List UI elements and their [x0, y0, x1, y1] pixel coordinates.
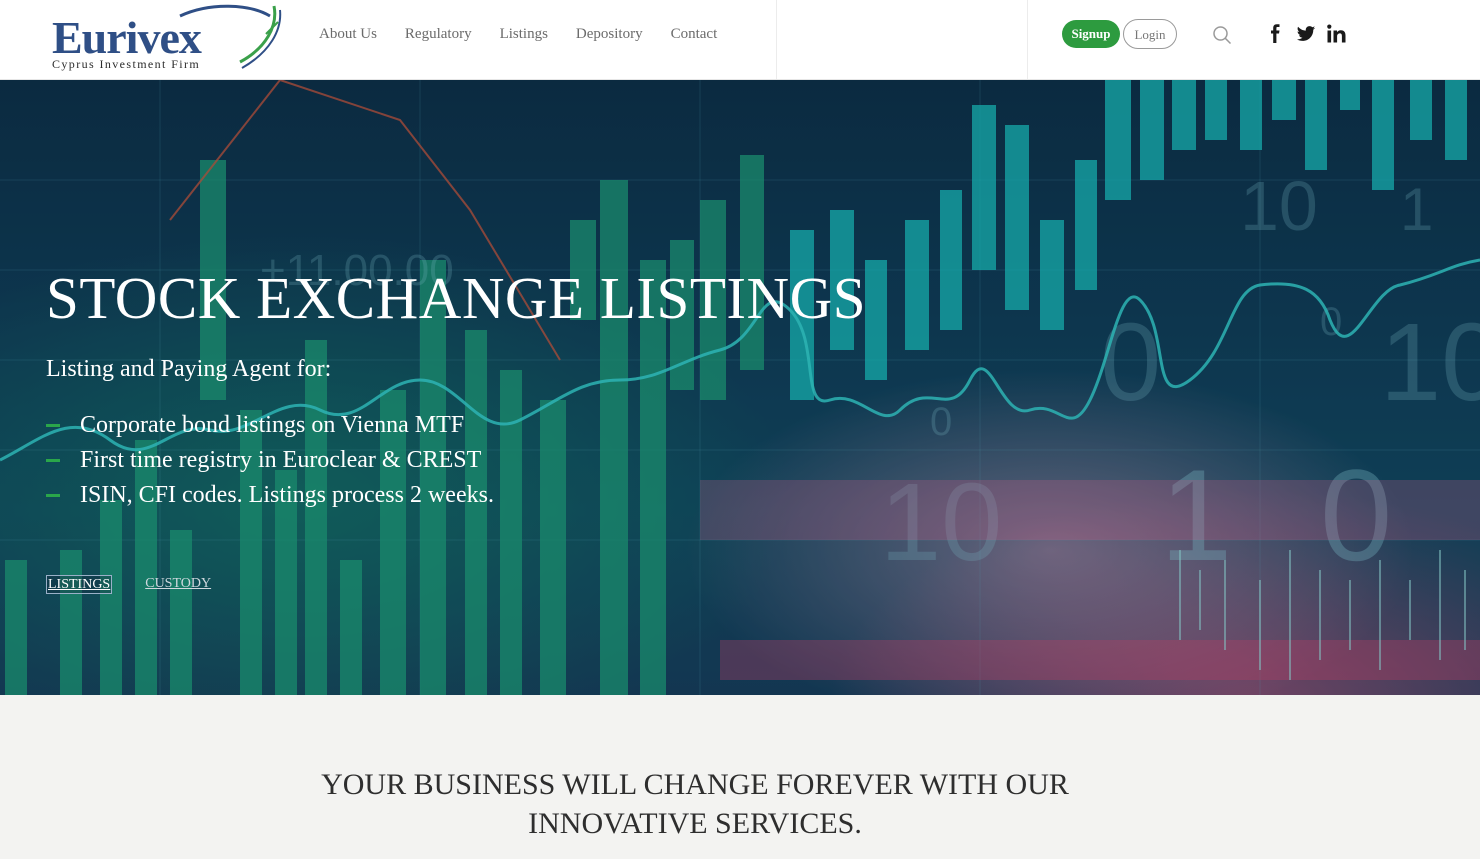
- header-divider: [776, 0, 777, 79]
- list-item: ISIN, CFI codes. Listings process 2 week…: [46, 478, 494, 513]
- nav-item-about-us[interactable]: About Us: [305, 24, 391, 44]
- list-item-text: First time registry in Euroclear & CREST: [80, 447, 482, 473]
- section-heading-line-1: YOUR BUSINESS WILL CHANGE FOREVER WITH O…: [321, 768, 1069, 801]
- login-button[interactable]: Login: [1123, 19, 1177, 49]
- nav-item-listings[interactable]: Listings: [486, 24, 562, 44]
- hero-banner: +11.00.00 10 1 0 10 10 1 0 0 0 STOCK EXC…: [0, 80, 1480, 695]
- signup-button[interactable]: Signup: [1062, 20, 1120, 48]
- list-item: Corporate bond listings on Vienna MTF: [46, 408, 494, 443]
- logo-wordmark: Eurivex: [52, 12, 202, 63]
- facebook-icon[interactable]: [1268, 24, 1282, 44]
- nav-item-depository[interactable]: Depository: [562, 24, 657, 44]
- main-nav: About Us Regulatory Listings Depository …: [305, 24, 731, 44]
- logo-tagline: Cyprus Investment Firm: [52, 57, 201, 71]
- logo[interactable]: Eurivex Cyprus Investment Firm: [50, 4, 285, 74]
- hero-tabs: LISTINGS CUSTODY: [46, 575, 244, 594]
- twitter-icon[interactable]: [1296, 24, 1316, 44]
- bullet-dash-icon: [46, 424, 60, 427]
- hero-bullet-list: Corporate bond listings on Vienna MTF Fi…: [46, 408, 494, 513]
- nav-item-contact[interactable]: Contact: [657, 24, 732, 44]
- hero-title: STOCK EXCHANGE LISTINGS: [46, 265, 867, 331]
- hero-subtitle: Listing and Paying Agent for:: [46, 356, 332, 382]
- site-header: Eurivex Cyprus Investment Firm About Us …: [0, 0, 1480, 80]
- header-divider: [1027, 0, 1028, 79]
- section-heading-line-2: INNOVATIVE SERVICES.: [528, 807, 862, 840]
- bullet-dash-icon: [46, 459, 60, 462]
- tab-listings[interactable]: LISTINGS: [46, 575, 113, 594]
- section-heading: YOUR BUSINESS WILL CHANGE FOREVER WITH O…: [240, 765, 1150, 843]
- list-item: First time registry in Euroclear & CREST: [46, 443, 494, 478]
- list-item-text: ISIN, CFI codes. Listings process 2 week…: [80, 482, 494, 508]
- stock-chart-background-image: +11.00.00 10 1 0 10 10 1 0 0 0: [0, 80, 1480, 695]
- nav-item-regulatory[interactable]: Regulatory: [391, 24, 486, 44]
- linkedin-icon[interactable]: [1327, 24, 1346, 44]
- services-section: YOUR BUSINESS WILL CHANGE FOREVER WITH O…: [0, 695, 1480, 859]
- search-icon[interactable]: [1212, 25, 1232, 45]
- bullet-dash-icon: [46, 494, 60, 497]
- list-item-text: Corporate bond listings on Vienna MTF: [80, 412, 465, 438]
- tab-custody[interactable]: CUSTODY: [144, 575, 212, 594]
